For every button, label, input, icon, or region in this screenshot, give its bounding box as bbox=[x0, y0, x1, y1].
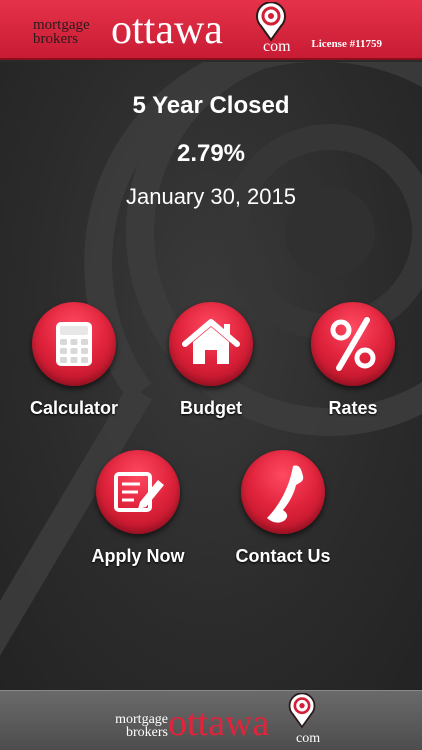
apply-now-button[interactable]: Apply Now bbox=[68, 450, 208, 567]
contact-us-label: Contact Us bbox=[235, 546, 331, 566]
apply-now-button-circle[interactable] bbox=[96, 450, 180, 534]
logo-ottawa: ottawa bbox=[111, 7, 223, 53]
rate-term-title: 5 Year Closed bbox=[132, 92, 290, 119]
phone-icon bbox=[267, 465, 304, 523]
app-header: mortgage brokers ottawa com License #117… bbox=[0, 0, 422, 60]
footer-logo-mortgage-brokers: mortgage brokers bbox=[115, 712, 168, 740]
calculator-button-circle[interactable] bbox=[32, 302, 116, 386]
rate-value: 2.79% bbox=[176, 140, 246, 167]
license-number: License #11759 bbox=[311, 38, 382, 50]
logo-mortgage-brokers: mortgage brokers bbox=[33, 17, 90, 47]
calculator-button[interactable]: Calculator bbox=[4, 302, 144, 419]
logo-com: com bbox=[263, 38, 291, 55]
footer-logo: mortgage brokers ottawa com bbox=[98, 693, 338, 747]
budget-button-circle[interactable] bbox=[169, 302, 253, 386]
app-footer: mortgage brokers ottawa com bbox=[0, 690, 422, 750]
calculator-icon bbox=[56, 322, 92, 366]
calculator-label: Calculator bbox=[29, 398, 119, 418]
rates-label: Rates bbox=[328, 398, 378, 418]
apply-now-label: Apply Now bbox=[91, 546, 185, 566]
form-pencil-icon bbox=[114, 472, 164, 512]
footer-location-pin-icon bbox=[288, 693, 316, 729]
footer-logo-ottawa: ottawa bbox=[168, 702, 270, 744]
rate-date: January 30, 2015 bbox=[125, 184, 297, 209]
budget-label: Budget bbox=[180, 398, 242, 418]
percent-icon bbox=[330, 317, 376, 371]
house-icon bbox=[182, 319, 240, 364]
main-content: 5 Year Closed 2.79% January 30, 2015 Cal… bbox=[0, 62, 422, 690]
contact-us-button[interactable]: Contact Us bbox=[213, 450, 353, 567]
rates-button-circle[interactable] bbox=[311, 302, 395, 386]
footer-logo-com: com bbox=[296, 731, 321, 746]
location-pin-icon bbox=[256, 2, 286, 42]
contact-us-button-circle[interactable] bbox=[241, 450, 325, 534]
rates-button[interactable]: Rates bbox=[283, 302, 422, 419]
budget-button[interactable]: Budget bbox=[141, 302, 281, 419]
